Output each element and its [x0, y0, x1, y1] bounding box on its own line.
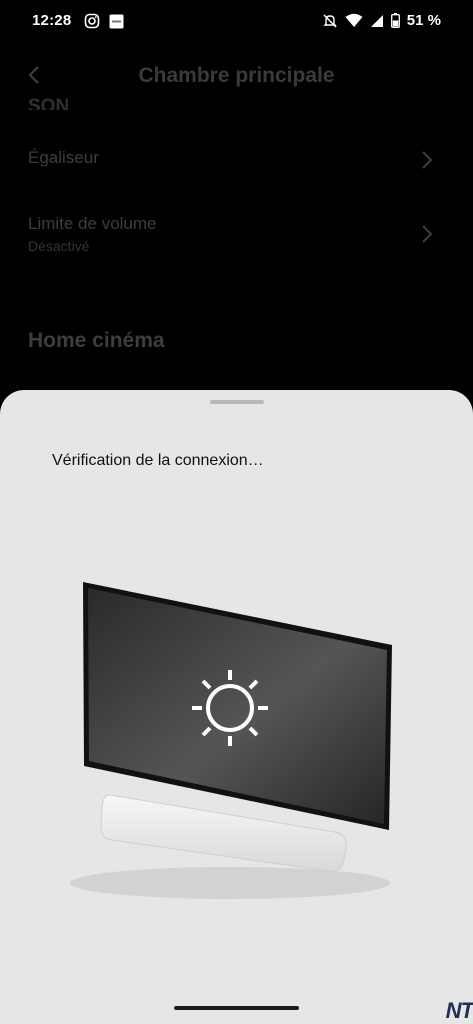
- connection-check-sheet: Vérification de la connexion… NT: [0, 390, 473, 1024]
- volume-limit-value: Désactivé: [28, 238, 90, 254]
- volume-limit-row[interactable]: Limite de volume Désactivé: [28, 214, 448, 254]
- gesture-nav-bar[interactable]: [174, 1006, 299, 1010]
- connection-status-message: Vérification de la connexion…: [52, 452, 264, 469]
- tv-screen: [88, 588, 387, 824]
- equalizer-row[interactable]: Égaliseur: [28, 148, 448, 169]
- home-cinema-title: Home cinéma: [28, 329, 165, 352]
- battery-percent: 51 %: [406, 12, 441, 29]
- instagram-icon: [84, 13, 100, 29]
- background-page: Chambre principale SON Égaliseur Limite …: [0, 44, 473, 394]
- watermark-logo: NT: [445, 998, 473, 1023]
- section-heading-son: SON: [28, 96, 70, 110]
- page-title: Chambre principale: [138, 64, 335, 87]
- app-notification-icon: [109, 14, 124, 28]
- notification-icons: [84, 13, 124, 29]
- tv-soundbar-illustration: [70, 582, 392, 899]
- signal-icon: [370, 14, 383, 27]
- mute-icon: [323, 13, 337, 28]
- system-status: 51 %: [322, 12, 441, 29]
- status-bar: 12:28 51 %: [0, 0, 473, 44]
- equalizer-label: Égaliseur: [28, 148, 99, 167]
- battery-icon: [390, 13, 400, 28]
- drag-handle[interactable]: [210, 400, 264, 404]
- chevron-right-icon: [422, 151, 433, 169]
- volume-limit-label: Limite de volume: [28, 214, 157, 233]
- status-time: 12:28: [32, 12, 72, 29]
- chevron-right-icon: [422, 225, 433, 243]
- wifi-icon: [345, 13, 363, 27]
